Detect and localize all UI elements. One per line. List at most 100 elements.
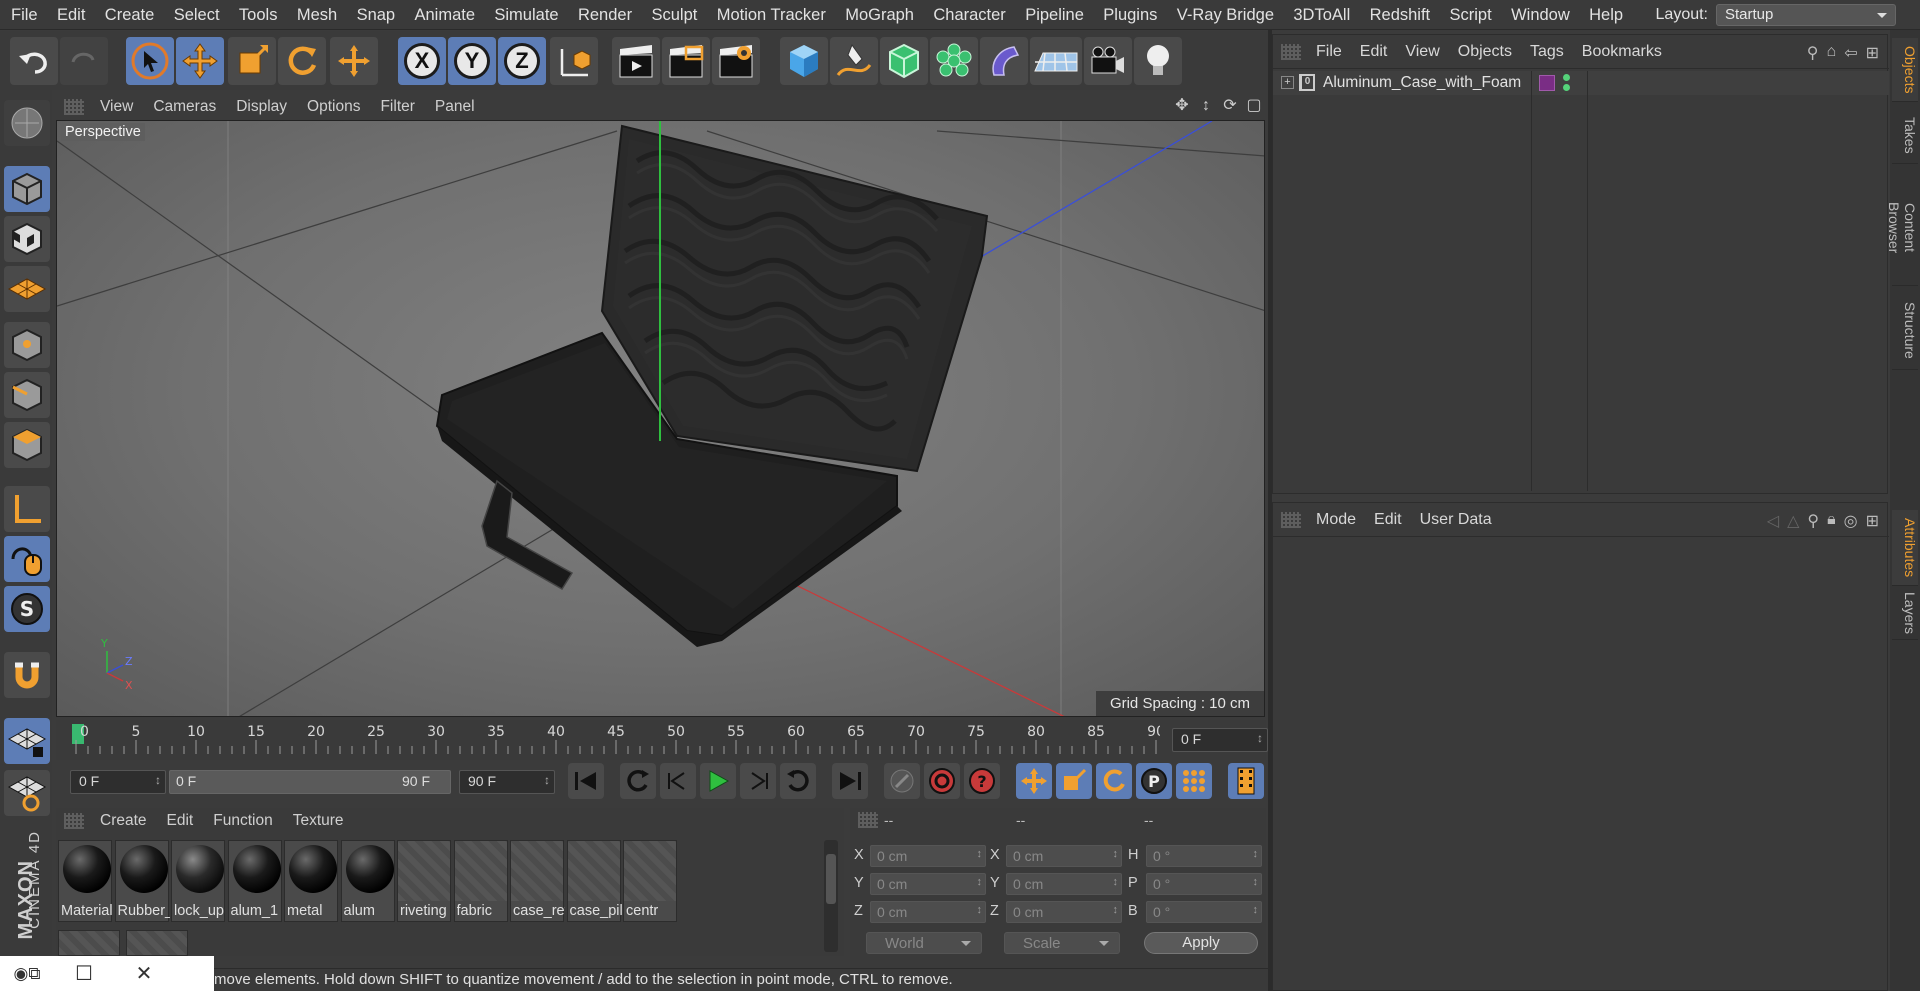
material-swatch[interactable]: Rubber_	[114, 840, 170, 922]
target-icon[interactable]: ◎	[1844, 511, 1858, 531]
tweak-mode-button[interactable]	[4, 536, 50, 582]
viewport-menu-panel[interactable]: Panel	[425, 98, 485, 116]
cloner-button[interactable]	[930, 37, 978, 85]
coordinate-space-dropdown[interactable]: World	[866, 932, 982, 954]
visibility-dots-icon[interactable]	[1563, 74, 1571, 92]
key-parameter-button[interactable]: P	[1136, 763, 1172, 799]
menu-select[interactable]: Select	[164, 0, 229, 30]
viewport-menu-filter[interactable]: Filter	[370, 98, 424, 116]
apply-button[interactable]: Apply	[1144, 932, 1258, 954]
rotate-tool-button[interactable]	[278, 37, 326, 85]
key-scale-button[interactable]	[1056, 763, 1092, 799]
menu-render[interactable]: Render	[568, 0, 642, 30]
start-frame-field[interactable]: 0 F	[70, 770, 166, 794]
coord-value-field[interactable]: 0 cm	[1006, 901, 1122, 923]
menu-v-ray-bridge[interactable]: V-Ray Bridge	[1167, 0, 1284, 30]
points-mode-button[interactable]	[4, 322, 50, 368]
viewport-menu-view[interactable]: View	[90, 98, 143, 116]
z-axis-lock-button[interactable]: Z	[498, 37, 546, 85]
menu-edit[interactable]: Edit	[47, 0, 95, 30]
material-swatch[interactable]: alum	[340, 840, 395, 922]
timeline-ruler[interactable]: 0 5 10 15 20 25 30 35 40 45 50 55 60 65 70 75 80 85 90	[56, 720, 1266, 760]
cube-primitive-button[interactable]	[780, 37, 828, 85]
menu-redshift[interactable]: Redshift	[1360, 0, 1440, 30]
redo-button[interactable]	[60, 37, 108, 85]
deformer-button[interactable]	[980, 37, 1028, 85]
side-tab-structure[interactable]: Structure	[1892, 292, 1918, 370]
perspective-viewport[interactable]: Y Z X Perspective Grid Spacing : 10 cm	[56, 120, 1265, 717]
menu-snap[interactable]: Snap	[347, 0, 405, 30]
panel-grip-icon[interactable]	[1281, 511, 1301, 528]
material-swatch[interactable]: riveting	[397, 840, 451, 922]
autokeying-button[interactable]	[924, 763, 960, 799]
goto-next-key-button[interactable]	[780, 763, 816, 799]
object-menu-file[interactable]: File	[1307, 43, 1351, 61]
snap-enable-button[interactable]	[4, 652, 50, 698]
model-mode-button[interactable]	[4, 166, 50, 212]
workplane-mode-button[interactable]	[4, 266, 50, 312]
layout-dropdown[interactable]: Startup	[1716, 4, 1896, 26]
coord-value-field[interactable]: 0 cm	[1006, 873, 1122, 895]
material-menu-function[interactable]: Function	[203, 812, 282, 830]
keyframe-selection-button[interactable]: ?	[964, 763, 1000, 799]
menu-help[interactable]: Help	[1579, 0, 1632, 30]
goto-next-frame-button[interactable]	[740, 763, 776, 799]
menu-mesh[interactable]: Mesh	[287, 0, 347, 30]
coordinate-mode-dropdown[interactable]: Scale	[1004, 932, 1120, 954]
coord-value-field[interactable]: 0 °	[1146, 873, 1262, 895]
material-swatch[interactable]: alum_1	[227, 840, 282, 922]
menu-create[interactable]: Create	[95, 0, 164, 30]
transform-tool-button[interactable]	[330, 37, 378, 85]
orbit-view-icon[interactable]: ⟳	[1220, 96, 1240, 116]
edges-mode-button[interactable]	[4, 372, 50, 418]
side-tab-attributes[interactable]: Attributes	[1892, 510, 1918, 586]
coordinate-system-button[interactable]	[550, 37, 598, 85]
menu-script[interactable]: Script	[1440, 0, 1502, 30]
material-scrollbar[interactable]	[824, 840, 838, 952]
menu-mograph[interactable]: MoGraph	[836, 0, 924, 30]
goto-previous-key-button[interactable]	[620, 763, 656, 799]
material-menu-create[interactable]: Create	[90, 812, 157, 830]
back-arrow-icon[interactable]: ◁	[1767, 511, 1779, 531]
snap-solo-button[interactable]: S	[4, 586, 50, 632]
viewport-menu-cameras[interactable]: Cameras	[143, 98, 226, 116]
key-rotation-button[interactable]	[1096, 763, 1132, 799]
dolly-view-icon[interactable]: ↕	[1196, 96, 1216, 116]
y-axis-lock-button[interactable]: Y	[448, 37, 496, 85]
object-name[interactable]: Aluminum_Case_with_Foam	[1323, 74, 1521, 92]
side-tab-takes[interactable]: Takes	[1892, 108, 1918, 164]
timeline-window-button[interactable]	[1228, 763, 1264, 799]
viewport-menu-display[interactable]: Display	[226, 98, 297, 116]
coord-value-field[interactable]: 0 °	[1146, 901, 1262, 923]
material-menu-edit[interactable]: Edit	[157, 812, 204, 830]
locked-workplane-button[interactable]	[4, 718, 50, 764]
menu-pipeline[interactable]: Pipeline	[1016, 0, 1094, 30]
axis-mode-button[interactable]	[4, 486, 50, 532]
texture-mode-button[interactable]	[4, 216, 50, 262]
key-pla-button[interactable]	[1176, 763, 1212, 799]
material-menu-texture[interactable]: Texture	[283, 812, 354, 830]
object-row[interactable]: + 0 Aluminum_Case_with_Foam	[1273, 71, 1889, 95]
camera-object-button[interactable]	[1084, 37, 1132, 85]
menu-motion-tracker[interactable]: Motion Tracker	[707, 0, 836, 30]
expand-icon[interactable]: +	[1281, 76, 1294, 89]
floor-object-button[interactable]	[1030, 37, 1082, 85]
material-swatch[interactable]: lock_up	[171, 840, 225, 922]
attribute-menu-user-data[interactable]: User Data	[1411, 511, 1501, 529]
panel-grip-icon[interactable]	[858, 812, 878, 828]
material-swatch[interactable]: centr	[623, 840, 677, 922]
make-editable-button[interactable]	[4, 100, 50, 146]
side-tab-layers[interactable]: Layers	[1892, 586, 1918, 640]
material-swatch[interactable]: fabric	[453, 840, 508, 922]
new-panel-icon[interactable]: ⊞	[1866, 511, 1879, 531]
object-menu-tags[interactable]: Tags	[1521, 43, 1573, 61]
maximize-icon[interactable]: ☐	[54, 961, 114, 986]
material-swatch[interactable]: case_pil	[566, 840, 622, 922]
home-icon[interactable]: ⌂	[1827, 43, 1837, 63]
toggle-view-icon[interactable]: ▢	[1244, 96, 1264, 116]
search-icon[interactable]: ⚲	[1807, 511, 1819, 531]
object-menu-objects[interactable]: Objects	[1449, 43, 1521, 61]
render-view-button[interactable]	[612, 37, 660, 85]
back-icon[interactable]: ⇦	[1844, 43, 1857, 63]
material-swatch-partial[interactable]	[126, 930, 188, 956]
